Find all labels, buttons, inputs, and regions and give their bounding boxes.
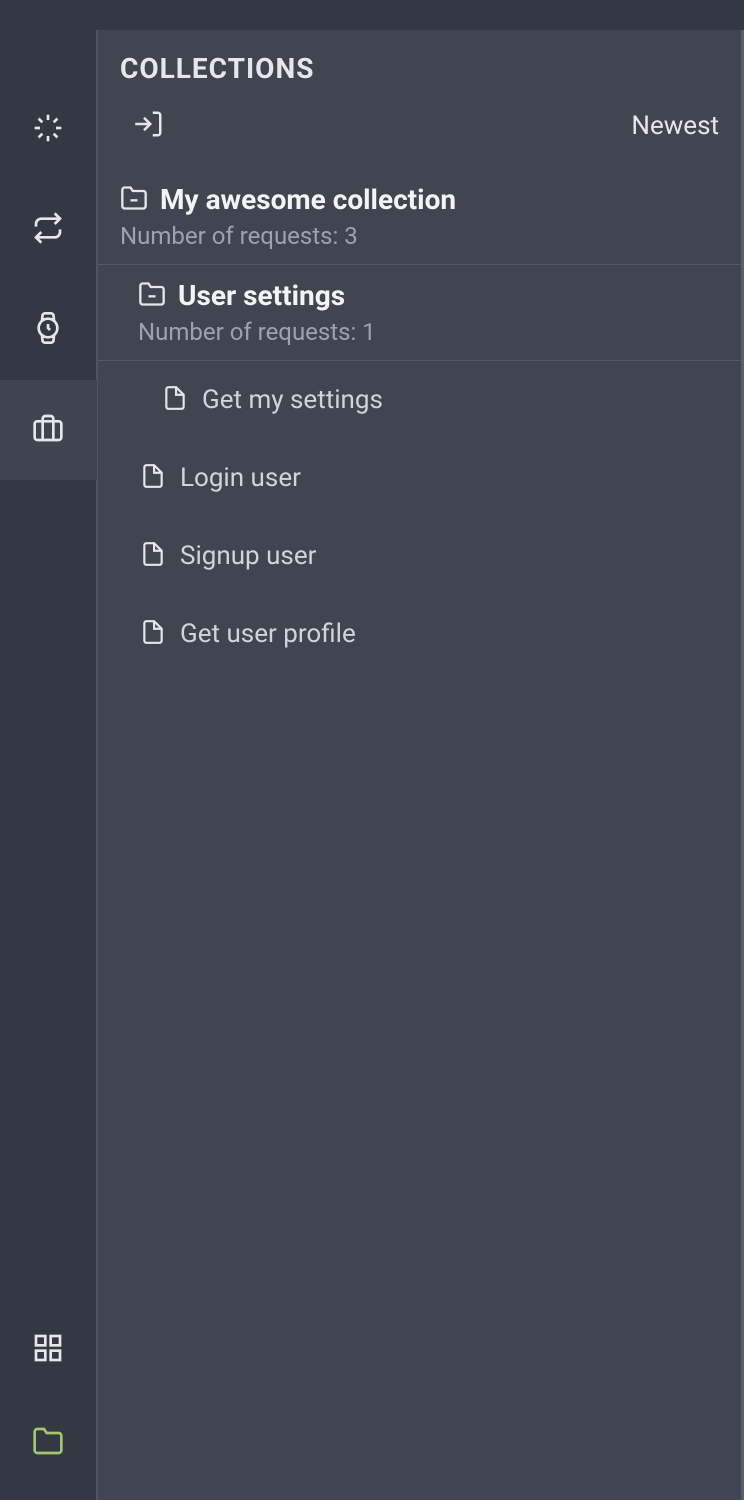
sidebar [0, 30, 98, 1500]
request-item[interactable]: Get my settings [98, 361, 741, 439]
panel-title: COLLECTIONS [98, 30, 741, 95]
collection-request-count: Number of requests: 3 [120, 222, 719, 250]
folder-icon [32, 1425, 64, 1461]
folder-minus-icon [138, 280, 166, 312]
panel-actions: Newest [98, 95, 741, 169]
subcollection-request-count: Number of requests: 1 [138, 318, 719, 346]
main-container: COLLECTIONS Newest My awesome collection… [0, 30, 744, 1500]
file-icon [140, 541, 166, 571]
collections-panel: COLLECTIONS Newest My awesome collection… [98, 30, 744, 1500]
request-item[interactable]: Login user [98, 439, 741, 517]
subcollection-name: User settings [178, 279, 345, 312]
sidebar-item-briefcase[interactable] [0, 380, 97, 480]
request-label: Login user [180, 463, 301, 493]
sidebar-item-grid[interactable] [0, 1300, 97, 1400]
file-icon [140, 619, 166, 649]
loader-icon [32, 112, 64, 148]
watch-icon [32, 312, 64, 348]
sidebar-item-repeat[interactable] [0, 180, 97, 280]
subcollection-item[interactable]: User settings Number of requests: 1 [98, 265, 741, 361]
folder-minus-icon [120, 184, 148, 216]
request-label: Get user profile [180, 619, 356, 649]
file-icon [140, 463, 166, 493]
collection-item[interactable]: My awesome collection Number of requests… [98, 169, 741, 265]
top-bar [0, 0, 744, 30]
sidebar-item-watch[interactable] [0, 280, 97, 380]
request-item[interactable]: Signup user [98, 517, 741, 595]
sort-dropdown[interactable]: Newest [631, 111, 719, 141]
grid-icon [32, 1332, 64, 1368]
file-icon [162, 385, 188, 415]
briefcase-icon [32, 412, 64, 448]
sidebar-item-activity[interactable] [0, 80, 97, 180]
request-item[interactable]: Get user profile [98, 595, 741, 673]
repeat-icon [32, 212, 64, 248]
collection-name: My awesome collection [160, 183, 456, 216]
sidebar-item-folder[interactable] [0, 1400, 97, 1500]
request-label: Get my settings [202, 385, 383, 415]
request-label: Signup user [180, 541, 316, 571]
import-icon[interactable] [134, 109, 164, 143]
